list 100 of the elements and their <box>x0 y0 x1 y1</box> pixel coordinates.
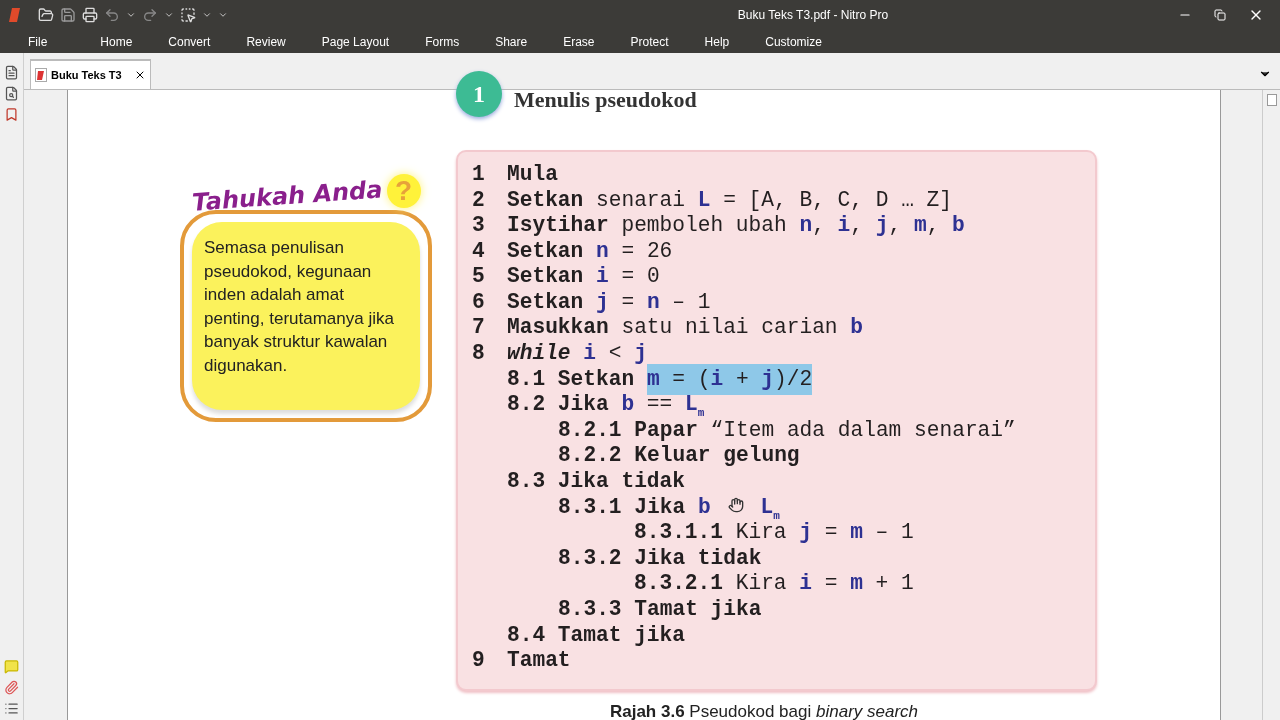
code-keyword: 8.2.1 Papar <box>558 416 698 444</box>
code-keyword: Mula <box>507 160 558 188</box>
menu-item[interactable]: Home <box>100 32 133 51</box>
code-keyword: 8.4 Tamat jika <box>507 621 685 649</box>
code-text: , <box>926 212 941 240</box>
code-text: = ( <box>671 366 711 391</box>
code-keyword: 8.1 Setkan <box>507 365 635 393</box>
code-keyword: Setkan <box>507 237 584 265</box>
print-icon[interactable] <box>82 7 98 23</box>
menu-item[interactable]: Protect <box>630 32 669 51</box>
app-logo-icon <box>8 7 22 23</box>
pdf-file-icon <box>35 68 47 82</box>
code-variable: j <box>634 340 647 368</box>
select-tool-icon[interactable] <box>180 7 196 23</box>
code-text: pemboleh ubah <box>620 212 788 240</box>
undo-icon[interactable] <box>104 7 120 23</box>
code-text: < <box>607 340 623 368</box>
menu-item[interactable]: Customize <box>765 32 822 51</box>
code-text: – 1 <box>874 519 914 547</box>
caret-icon[interactable] <box>164 10 174 20</box>
window-title: Buku Teks T3.pdf - Nitro Pro <box>737 7 889 24</box>
code-text: Kira <box>734 519 788 547</box>
list-icon[interactable] <box>4 701 19 716</box>
code-variable: j <box>799 519 813 547</box>
code-keyword: Setkan <box>507 186 584 214</box>
code-variable: m <box>646 366 660 391</box>
code-variable: m <box>850 570 863 598</box>
code-keyword: 8.2 Jika <box>507 391 609 419</box>
code-variable: m <box>850 519 863 547</box>
save-icon[interactable] <box>60 7 76 23</box>
search-panel-icon[interactable] <box>4 86 19 101</box>
customize-toolbar-icon[interactable] <box>218 10 228 20</box>
code-keyword: Masukkan <box>507 314 609 342</box>
code-variable: i <box>799 570 813 598</box>
code-text: = <box>823 570 839 598</box>
code-variable: j <box>875 212 889 240</box>
code-keyword: Isytihar <box>507 212 609 240</box>
menu-item[interactable]: Share <box>495 32 528 51</box>
code-keyword: Tamat <box>507 647 571 675</box>
code-text: “Item ada dalam senarai” <box>709 416 1016 444</box>
code-variable: i <box>837 212 851 240</box>
line-number: 3 <box>472 212 486 240</box>
code-keyword: Setkan <box>507 288 584 316</box>
code-keyword: 8.3.1 Jika <box>558 493 686 521</box>
code-text: + <box>734 366 750 391</box>
code-variable: L <box>760 493 774 521</box>
code-variable: j <box>761 366 775 391</box>
code-text: satu nilai carian <box>620 314 839 342</box>
caret-icon[interactable] <box>126 10 136 20</box>
code-text: = <box>823 519 839 547</box>
line-number: 8 <box>472 340 486 368</box>
code-text: , <box>888 212 903 240</box>
code-text: = [A, B, C, D … Z] <box>722 186 953 214</box>
code-variable: m <box>913 212 927 240</box>
code-variable: b <box>850 314 863 342</box>
menu-item[interactable]: Erase <box>563 32 595 51</box>
callout-title: Tahukah Anda <box>191 174 384 219</box>
code-text: = 0 <box>620 263 660 291</box>
code-keyword: 8.3.3 Tamat jika <box>558 596 762 623</box>
pages-icon[interactable] <box>4 65 19 80</box>
code-variable: n <box>596 237 609 265</box>
line-number: 6 <box>472 288 486 316</box>
code-text: senarai <box>595 186 686 214</box>
code-variable: i <box>710 366 724 391</box>
line-number: 5 <box>472 263 486 291</box>
code-keyword: while <box>507 340 571 368</box>
code-keyword: Setkan <box>507 263 584 291</box>
menu-item[interactable]: Forms <box>425 32 460 51</box>
restore-icon[interactable] <box>1214 9 1226 21</box>
caret-icon[interactable] <box>202 10 212 20</box>
menu-item[interactable]: File <box>28 32 48 51</box>
document-tab[interactable]: Buku Teks T3 <box>30 59 151 89</box>
code-text: , <box>812 212 826 240</box>
code-variable: b <box>621 391 635 419</box>
scrollbar[interactable] <box>1262 90 1280 720</box>
menu-item[interactable]: Help <box>704 32 730 51</box>
code-keyword: 8.3.2 Jika tidak <box>558 544 762 572</box>
code-text: Kira <box>734 570 788 598</box>
line-number: 9 <box>472 647 486 675</box>
code-variable: b <box>952 212 965 240</box>
code-text: = 26 <box>620 237 673 265</box>
hand-cursor-icon <box>727 496 744 513</box>
code-text: == <box>645 391 674 419</box>
attachment-icon[interactable] <box>4 680 19 695</box>
menu-item[interactable]: Page Layout <box>321 32 390 51</box>
menu-item[interactable]: Review <box>246 32 286 51</box>
code-keyword: 8.3.2.1 <box>634 570 723 598</box>
figure-caption: Rajah 3.6 Pseudokod bagi binary search <box>609 701 919 720</box>
open-icon[interactable] <box>38 7 54 23</box>
code-variable: L <box>685 391 698 419</box>
menu-item[interactable]: Convert <box>168 32 211 51</box>
code-text: )/2 <box>774 366 813 391</box>
close-tab-icon[interactable] <box>134 69 146 81</box>
code-keyword: 8.3.1.1 <box>634 519 723 547</box>
bookmark-icon[interactable] <box>4 107 19 122</box>
line-number: 1 <box>472 160 486 188</box>
section-number: 1 <box>456 71 502 117</box>
redo-icon[interactable] <box>142 7 158 23</box>
code-keyword: 8.2.2 Keluar gelung <box>558 442 800 470</box>
code-variable: i <box>596 263 609 291</box>
